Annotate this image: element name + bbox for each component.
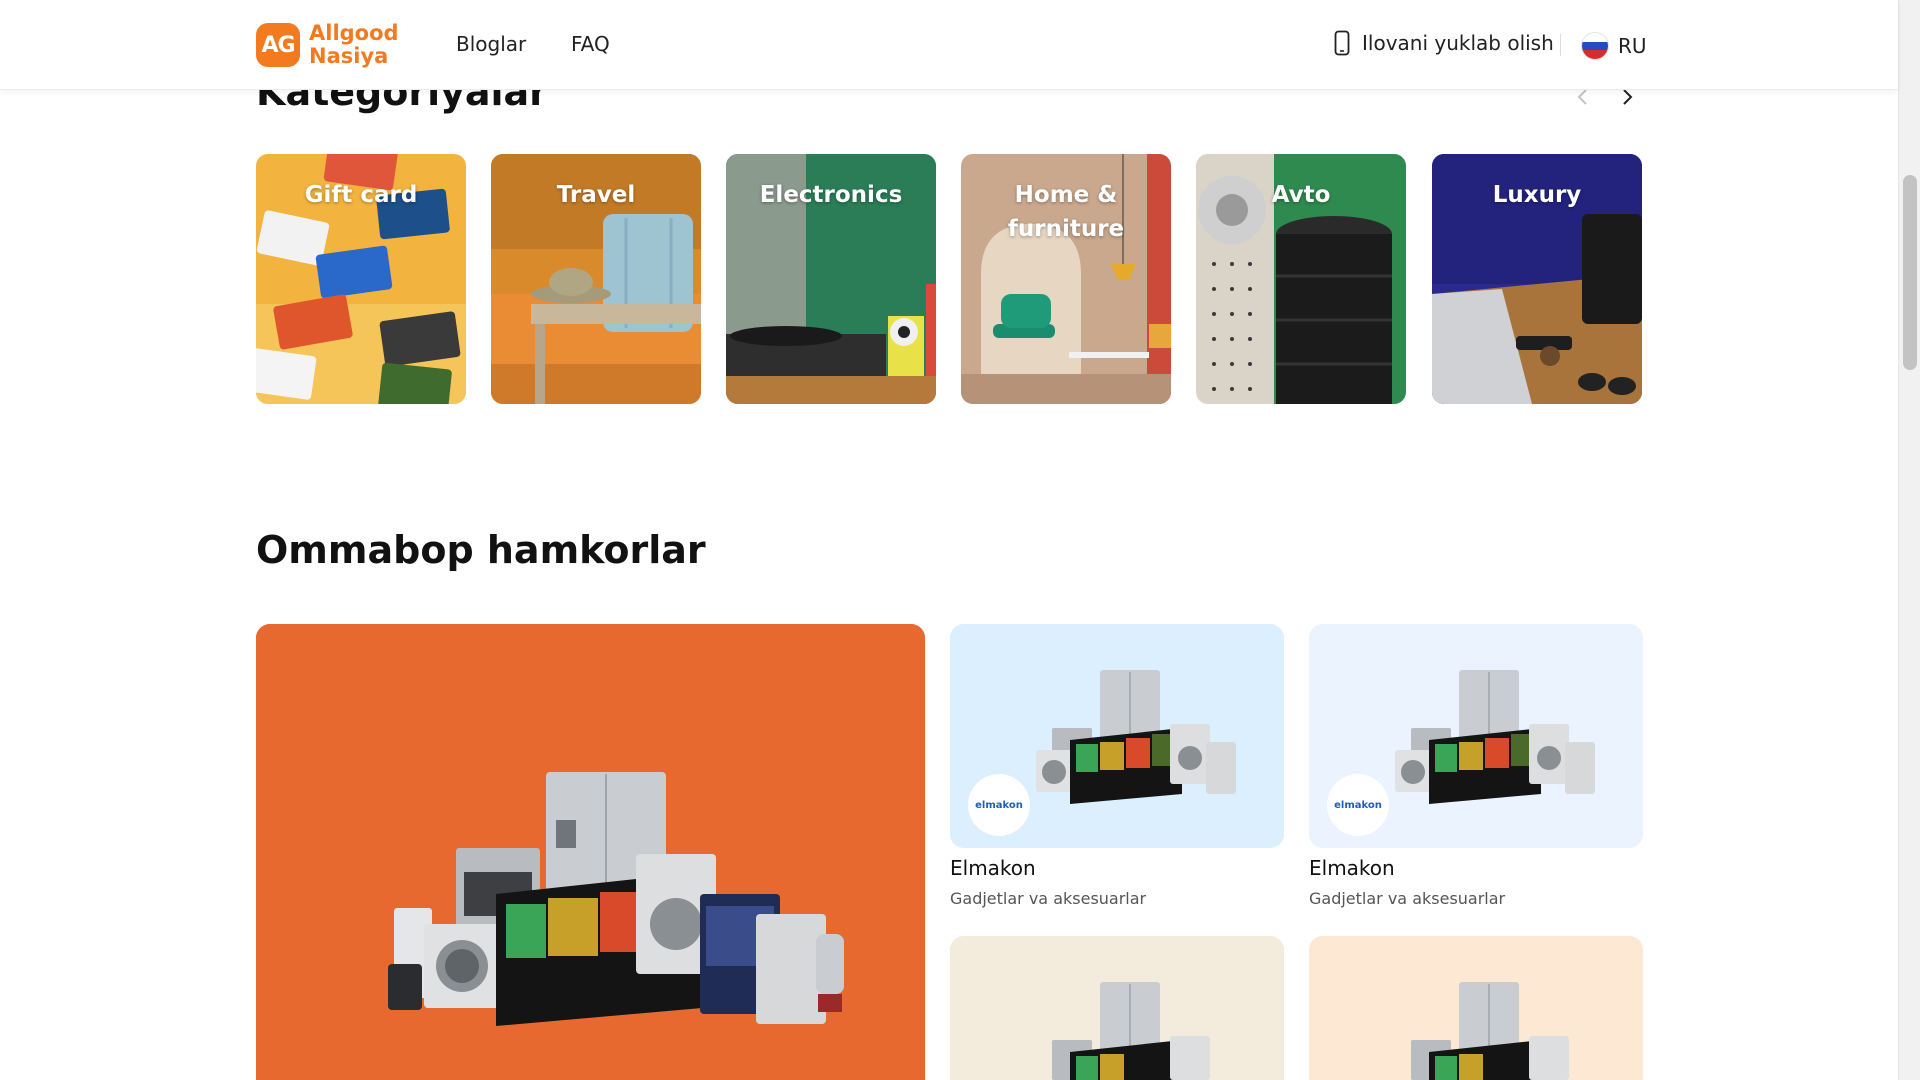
- partner-image: elmakon: [1309, 624, 1643, 848]
- popular-partners-title: Ommabop hamkorlar: [256, 528, 706, 572]
- category-card-luxury[interactable]: Luxury: [1432, 154, 1642, 404]
- logo-wordmark: Allgood Nasiya: [309, 22, 399, 68]
- language-label: RU: [1618, 34, 1647, 58]
- site-logo[interactable]: AG Allgood Nasiya: [256, 22, 399, 68]
- header-divider: [1560, 34, 1561, 56]
- russia-flag-icon: [1581, 32, 1609, 60]
- partner-card-elmakon-1[interactable]: elmakon: [950, 624, 1284, 848]
- partner-name[interactable]: Elmakon: [950, 856, 1036, 880]
- appliances-image: [950, 936, 1284, 1080]
- elmakon-logo: elmakon: [1327, 774, 1389, 836]
- download-app-label: Ilovani yuklab olish: [1362, 31, 1554, 55]
- category-card-electronics[interactable]: Electronics: [726, 154, 936, 404]
- phone-icon: [1334, 30, 1350, 56]
- download-app-link[interactable]: Ilovani yuklab olish: [1334, 30, 1554, 56]
- chevron-right-icon: [1623, 89, 1633, 105]
- partner-card-elmakon-2[interactable]: elmakon: [1309, 624, 1643, 848]
- logo-line-1: Allgood: [309, 21, 399, 45]
- partner-card-4[interactable]: [1309, 936, 1643, 1080]
- language-switcher[interactable]: RU: [1581, 32, 1647, 60]
- appliances-image: [256, 624, 925, 1080]
- category-label: Home & furniture: [1007, 182, 1125, 242]
- category-label: Travel: [556, 182, 636, 208]
- logo-badge: AG: [256, 23, 300, 67]
- category-card-home-furniture[interactable]: Home & furniture: [961, 154, 1171, 404]
- partner-image: elmakon: [950, 624, 1284, 848]
- site-header: AG Allgood Nasiya Bloglar FAQ Ilovani yu…: [0, 0, 1898, 90]
- chevron-left-icon: [1577, 89, 1587, 105]
- category-label: Electronics: [759, 182, 903, 208]
- page-scrollbar[interactable]: [1898, 0, 1920, 1080]
- partner-name[interactable]: Elmakon: [1309, 856, 1395, 880]
- category-label: Avto: [1271, 182, 1331, 208]
- partner-subtitle: Gadjetlar va aksesuarlar: [950, 889, 1147, 908]
- category-label: Luxury: [1492, 182, 1582, 208]
- category-card-gift-card[interactable]: Gift card: [256, 154, 466, 404]
- featured-partner-banner[interactable]: [256, 624, 925, 1080]
- nav-link-faq[interactable]: FAQ: [571, 32, 610, 56]
- elmakon-logo: elmakon: [968, 774, 1030, 836]
- partner-card-3[interactable]: [950, 936, 1284, 1080]
- logo-line-2: Nasiya: [309, 44, 389, 68]
- nav-link-blogs[interactable]: Bloglar: [456, 32, 526, 56]
- category-card-avto[interactable]: Avto: [1196, 154, 1406, 404]
- scrollbar-thumb[interactable]: [1903, 175, 1917, 370]
- category-label: Gift card: [304, 182, 418, 208]
- partner-subtitle: Gadjetlar va aksesuarlar: [1309, 889, 1506, 908]
- category-card-travel[interactable]: Travel: [491, 154, 701, 404]
- appliances-image: [1309, 936, 1643, 1080]
